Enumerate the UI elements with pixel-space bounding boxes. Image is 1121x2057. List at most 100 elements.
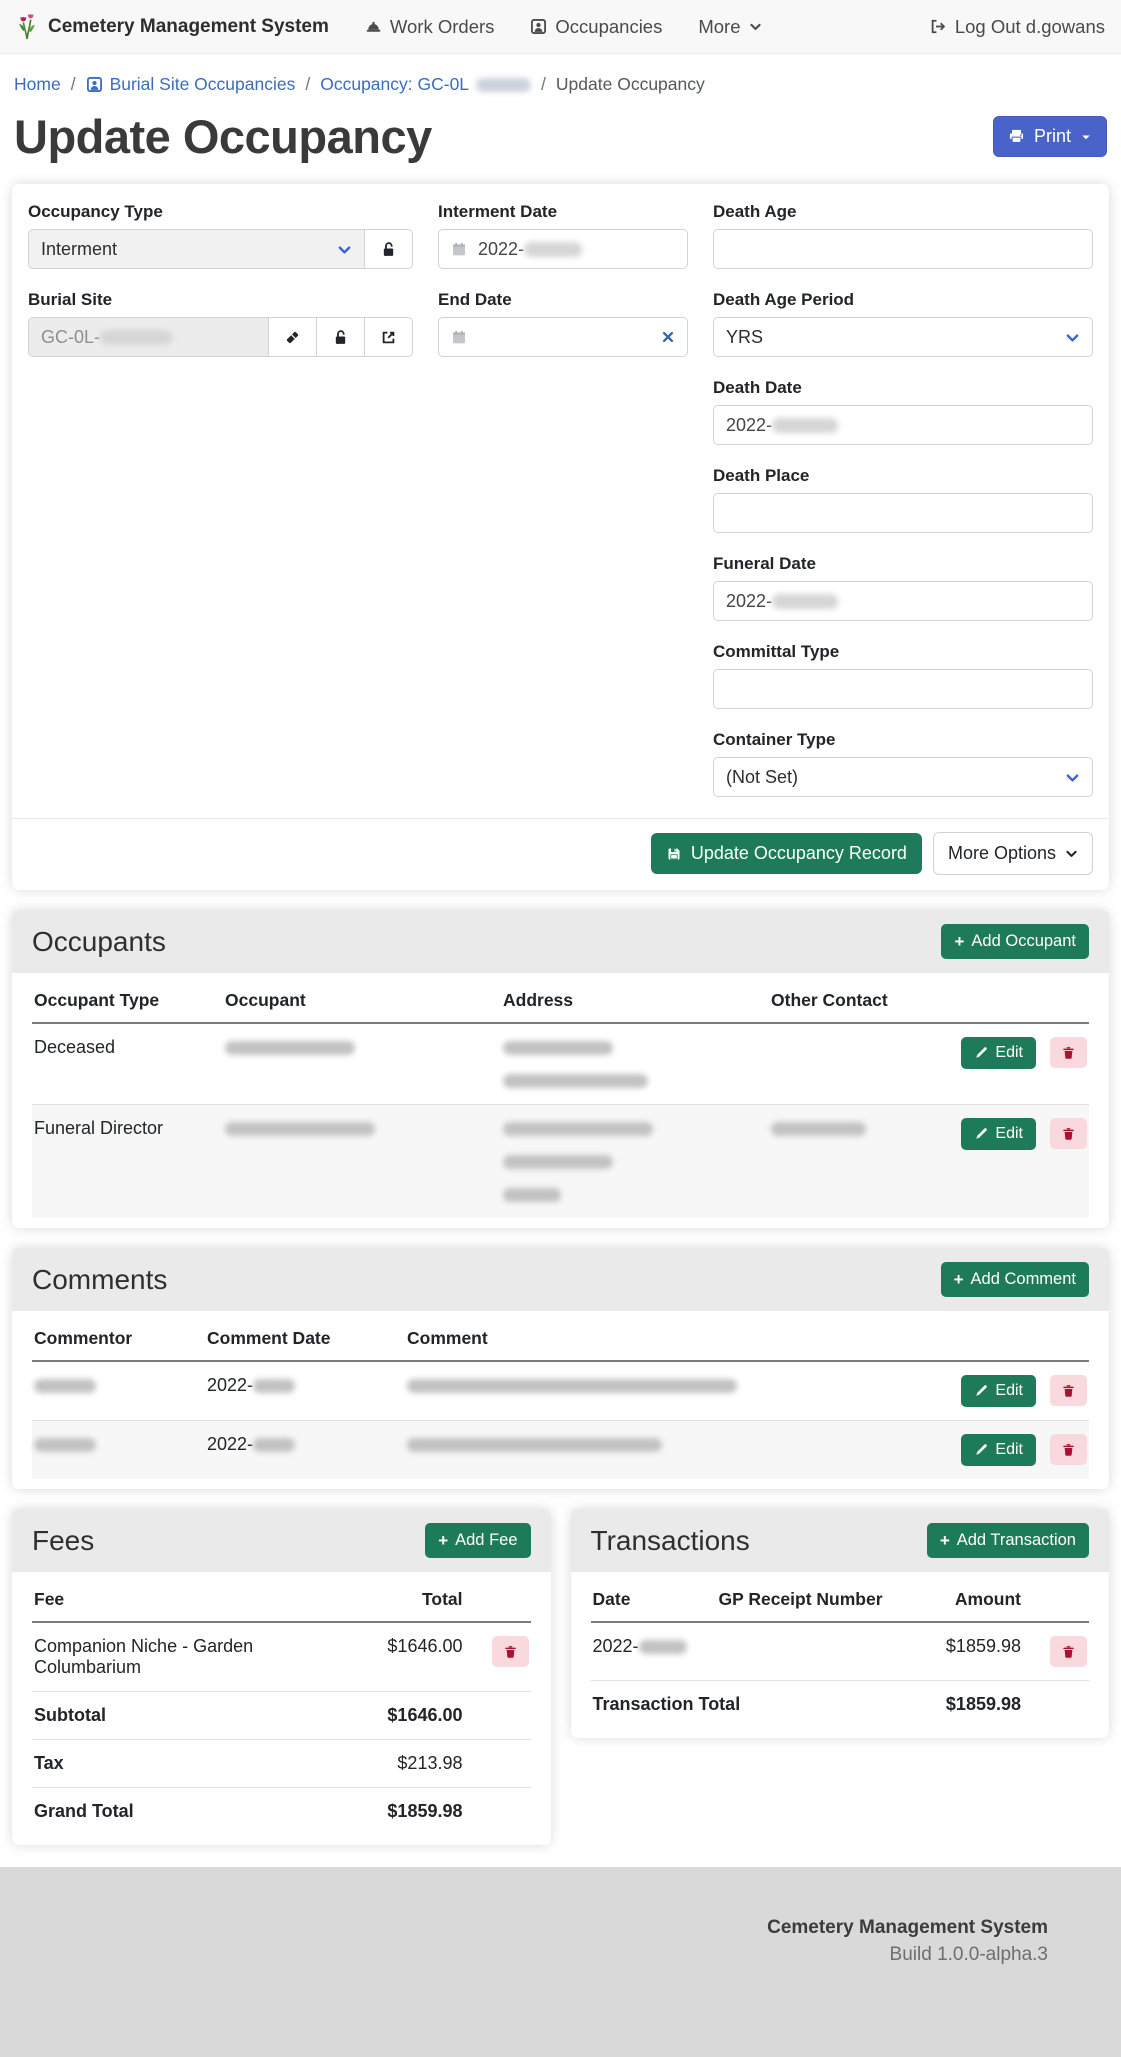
transaction-total-label: Transaction Total xyxy=(591,1681,907,1729)
footer-build-version: Build 1.0.0-alpha.3 xyxy=(0,1944,1048,1966)
x-icon xyxy=(661,330,675,344)
breadcrumb-occupancy[interactable]: Occupancy: GC-0L xyxy=(320,74,531,95)
occupancy-type-select[interactable]: Interment xyxy=(28,229,365,269)
column-header: Total xyxy=(353,1574,473,1622)
trash-icon xyxy=(1061,1383,1076,1398)
pencil-icon xyxy=(974,1384,988,1398)
plus-icon: + xyxy=(954,933,964,950)
subtotal-label: Subtotal xyxy=(32,1692,353,1740)
death-place-input[interactable] xyxy=(713,493,1093,533)
occupancy-type-unlock-button[interactable] xyxy=(365,229,413,269)
redacted-text xyxy=(34,1379,96,1393)
trash-icon xyxy=(1061,1126,1076,1141)
nav-item-more[interactable]: More xyxy=(698,16,761,38)
grand-total-label: Grand Total xyxy=(32,1788,353,1836)
burial-site-open-link-button[interactable] xyxy=(365,317,413,357)
update-occupancy-record-button[interactable]: Update Occupancy Record xyxy=(651,833,922,874)
breadcrumb-burial-site-occupancies[interactable]: Burial Site Occupancies xyxy=(86,74,296,95)
delete-transaction-button[interactable] xyxy=(1050,1636,1087,1667)
occupant-address-cell xyxy=(493,1105,761,1219)
chevron-down-icon xyxy=(1080,131,1092,143)
interment-date-input[interactable]: 2022- xyxy=(438,229,688,269)
trash-icon xyxy=(1061,1442,1076,1457)
delete-occupant-button[interactable] xyxy=(1050,1118,1087,1149)
column-header: Other Contact xyxy=(761,975,933,1023)
transactions-header: Transactions + Add Transaction xyxy=(571,1509,1110,1572)
tax-value: $213.98 xyxy=(353,1740,473,1788)
trash-icon xyxy=(1061,1644,1076,1659)
death-age-input[interactable] xyxy=(713,229,1093,269)
delete-comment-button[interactable] xyxy=(1050,1375,1087,1406)
occupants-card: Occupants + Add Occupant Occupant Type O… xyxy=(12,910,1109,1228)
comment-date-cell: 2022- xyxy=(197,1361,397,1421)
nav-item-occupancies[interactable]: Occupancies xyxy=(530,16,662,38)
field-death-age-period: Death Age Period YRS xyxy=(713,290,1093,357)
occupant-contact-cell xyxy=(761,1023,933,1105)
plus-icon: + xyxy=(438,1532,448,1549)
burial-site-clear-button[interactable] xyxy=(269,317,317,357)
calendar-icon xyxy=(451,241,467,257)
breadcrumb: Home / Burial Site Occupancies / Occupan… xyxy=(0,54,1121,101)
edit-comment-button[interactable]: Edit xyxy=(961,1434,1036,1466)
breadcrumb-home[interactable]: Home xyxy=(14,74,61,95)
row-actions: Edit xyxy=(924,1361,1089,1421)
add-comment-button[interactable]: + Add Comment xyxy=(941,1262,1089,1297)
nav-item-label: Work Orders xyxy=(390,16,495,38)
container-type-select[interactable]: (Not Set) xyxy=(713,757,1093,797)
edit-comment-button[interactable]: Edit xyxy=(961,1375,1036,1407)
chevron-down-icon xyxy=(1065,847,1078,860)
delete-fee-button[interactable] xyxy=(492,1636,529,1667)
delete-comment-button[interactable] xyxy=(1050,1434,1087,1465)
add-transaction-button[interactable]: + Add Transaction xyxy=(927,1523,1089,1558)
fee-row: Companion Niche - Garden Columbarium $16… xyxy=(32,1622,531,1692)
redacted-text xyxy=(524,242,582,257)
tulip-logo-icon xyxy=(16,12,38,42)
brand[interactable]: Cemetery Management System xyxy=(16,12,329,42)
add-occupant-button[interactable]: + Add Occupant xyxy=(941,924,1089,959)
burial-site-unlock-button[interactable] xyxy=(317,317,365,357)
page-footer: Cemetery Management System Build 1.0.0-a… xyxy=(0,1867,1121,2057)
column-header: Occupant Type xyxy=(32,975,215,1023)
redacted-text xyxy=(772,418,838,433)
column-header: Amount xyxy=(906,1574,1031,1622)
transaction-row: 2022- $1859.98 xyxy=(591,1622,1090,1681)
funeral-date-input[interactable]: 2022- xyxy=(713,581,1093,621)
fees-transactions-row: Fees + Add Fee Fee Total Companion xyxy=(12,1509,1109,1845)
print-button[interactable]: Print xyxy=(993,116,1107,157)
occupancy-form: Occupancy Type Interment xyxy=(12,184,1109,818)
delete-occupant-button[interactable] xyxy=(1050,1037,1087,1068)
burial-site-input[interactable]: GC-0L- xyxy=(28,317,269,357)
add-fee-button[interactable]: + Add Fee xyxy=(425,1523,530,1558)
edit-occupant-button[interactable]: Edit xyxy=(961,1037,1036,1069)
person-square-icon xyxy=(530,18,547,35)
column-header-actions xyxy=(473,1574,531,1622)
redacted-text xyxy=(407,1379,737,1393)
death-date-input[interactable]: 2022- xyxy=(713,405,1093,445)
clear-date-button[interactable] xyxy=(661,330,675,344)
column-header: Comment xyxy=(397,1313,924,1361)
column-header: Date xyxy=(591,1574,709,1622)
gp-receipt-cell xyxy=(709,1622,907,1681)
death-age-period-select[interactable]: YRS xyxy=(713,317,1093,357)
occupants-table: Occupant Type Occupant Address Other Con… xyxy=(32,975,1089,1218)
unlock-icon xyxy=(332,329,349,346)
occupancy-form-card: Occupancy Type Interment xyxy=(12,184,1109,890)
calendar-icon xyxy=(451,329,467,345)
end-date-input[interactable] xyxy=(438,317,688,357)
redacted-text xyxy=(503,1155,613,1169)
column-header-actions xyxy=(1031,1574,1089,1622)
nav-item-label: Occupancies xyxy=(555,16,662,38)
plus-icon: + xyxy=(940,1532,950,1549)
chevron-down-icon xyxy=(337,242,352,257)
logout-link[interactable]: Log Out d.gowans xyxy=(929,16,1105,38)
redacted-text xyxy=(503,1188,561,1202)
nav-item-work-orders[interactable]: Work Orders xyxy=(365,16,495,38)
trash-icon xyxy=(1061,1045,1076,1060)
row-actions: Edit xyxy=(933,1105,1089,1219)
committal-type-input[interactable] xyxy=(713,669,1093,709)
edit-occupant-button[interactable]: Edit xyxy=(961,1118,1036,1150)
column-header: Occupant xyxy=(215,975,493,1023)
comments-card: Comments + Add Comment Commentor Comment… xyxy=(12,1248,1109,1489)
section-title: Transactions xyxy=(591,1525,750,1557)
more-options-button[interactable]: More Options xyxy=(933,832,1093,875)
